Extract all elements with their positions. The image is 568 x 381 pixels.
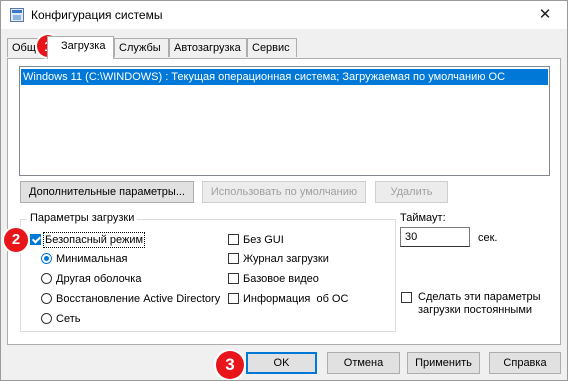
cancel-button[interactable]: Отмена (327, 352, 400, 374)
timeout-input[interactable]: 30 (400, 227, 470, 247)
help-button[interactable]: Справка (489, 352, 561, 374)
no-gui-boot-label: Без GUI (243, 234, 284, 246)
tab-services[interactable]: Службы (114, 38, 169, 57)
checkbox-icon (228, 293, 239, 304)
boot-log-label: Журнал загрузки (243, 253, 329, 265)
timeout-unit: сек. (478, 232, 498, 244)
os-boot-info-label: Информация об ОС (243, 293, 349, 305)
radio-icon (41, 273, 52, 284)
os-boot-info-checkbox[interactable]: Информация об ОС (228, 292, 348, 306)
advanced-options-button[interactable]: Дополнительные параметры... (20, 181, 194, 203)
mode-minimal-radio[interactable]: Минимальная (41, 252, 128, 266)
delete-button[interactable]: Удалить (375, 181, 448, 203)
make-permanent-label: Сделать эти параметры загрузки постоянны… (418, 291, 541, 316)
radio-icon (41, 293, 52, 304)
mode-network-label: Сеть (56, 313, 81, 325)
radio-icon (41, 313, 52, 324)
safe-boot-checkbox[interactable]: Безопасный режим (30, 232, 146, 248)
mode-minimal-label: Минимальная (56, 253, 128, 265)
base-video-checkbox[interactable]: Базовое видео (228, 272, 319, 286)
mode-ad-repair-radio[interactable]: Восстановление Active Directory (41, 292, 220, 306)
mode-ad-repair-label: Восстановление Active Directory (56, 293, 221, 305)
set-as-default-button[interactable]: Использовать по умолчанию (202, 181, 366, 203)
checkbox-icon (228, 253, 239, 264)
checkbox-checked-icon (30, 234, 41, 245)
mode-alternate-shell-label: Другая оболочка (56, 273, 142, 285)
radio-selected-icon (41, 253, 52, 264)
make-permanent-checkbox[interactable]: Сделать эти параметры загрузки постоянны… (401, 291, 551, 317)
title-bar: Конфигурация системы ✕ (1, 1, 567, 29)
boot-log-checkbox[interactable]: Журнал загрузки (228, 252, 329, 266)
boot-options-title: Параметры загрузки (27, 212, 138, 224)
tab-boot[interactable]: Загрузка (47, 36, 114, 59)
window-title: Конфигурация системы (31, 8, 163, 22)
step-marker-3: 3 (216, 351, 244, 379)
ok-button[interactable]: OK (246, 352, 317, 374)
apply-button[interactable]: Применить (407, 352, 480, 374)
tab-tools[interactable]: Сервис (247, 38, 297, 57)
os-list-item[interactable]: Windows 11 (C:\WINDOWS) : Текущая операц… (21, 69, 548, 85)
step-marker-2: 2 (4, 228, 28, 252)
msconfig-app-icon (10, 8, 24, 22)
mode-network-radio[interactable]: Сеть (41, 312, 80, 326)
checkbox-icon (228, 273, 239, 284)
mode-alternate-shell-radio[interactable]: Другая оболочка (41, 272, 141, 286)
close-icon[interactable]: ✕ (523, 1, 567, 29)
safe-boot-label: Безопасный режим (42, 232, 146, 248)
timeout-label: Таймаут: (400, 212, 446, 224)
no-gui-boot-checkbox[interactable]: Без GUI (228, 233, 284, 247)
checkbox-icon (228, 234, 239, 245)
checkbox-icon (401, 292, 412, 303)
os-list[interactable]: Windows 11 (C:\WINDOWS) : Текущая операц… (19, 66, 550, 176)
base-video-label: Базовое видео (243, 273, 319, 285)
system-configuration-window: Конфигурация системы ✕ Общ Загрузка Служ… (0, 0, 568, 381)
tab-startup[interactable]: Автозагрузка (169, 38, 247, 57)
